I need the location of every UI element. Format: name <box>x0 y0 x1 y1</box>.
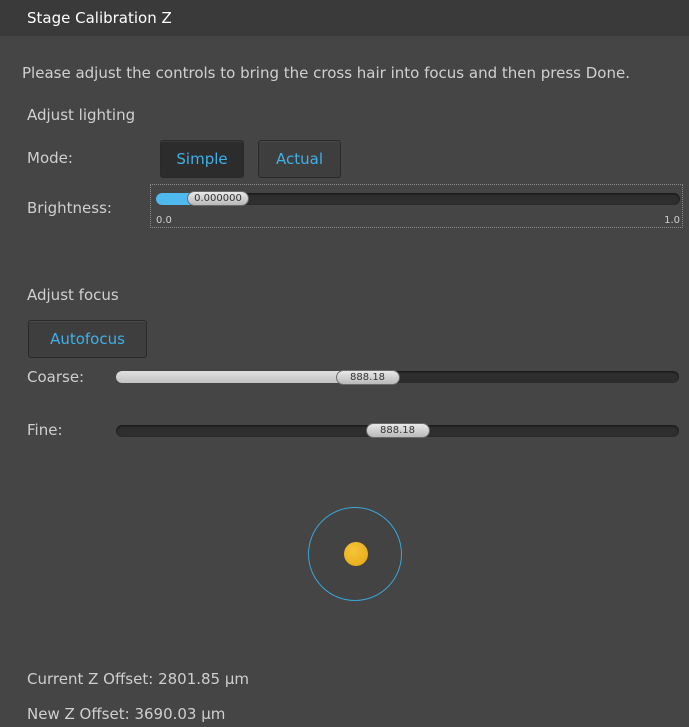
autofocus-button[interactable]: Autofocus <box>28 320 147 358</box>
current-z-offset-value: 2801.85 µm <box>158 670 250 688</box>
fine-thumb[interactable]: 888.18 <box>365 423 430 438</box>
coarse-thumb[interactable]: 888.18 <box>335 370 400 385</box>
fine-label: Fine: <box>27 421 63 439</box>
brightness-slider[interactable]: 0.000000 0.0 1.0 <box>150 184 683 228</box>
window-title: Stage Calibration Z <box>27 9 172 27</box>
new-z-offset-label: New Z Offset: <box>27 705 130 723</box>
title-bar: Stage Calibration Z <box>0 0 689 36</box>
current-z-offset-label: Current Z Offset: <box>27 670 154 688</box>
brightness-max-label: 1.0 <box>664 215 680 226</box>
crosshair-dot <box>344 542 368 566</box>
mode-simple-button[interactable]: Simple <box>160 140 244 178</box>
new-z-offset: New Z Offset: 3690.03 µm <box>27 705 225 723</box>
mode-actual-button[interactable]: Actual <box>258 140 341 178</box>
coarse-fill <box>116 371 368 383</box>
lighting-heading: Adjust lighting <box>27 106 136 124</box>
new-z-offset-value: 3690.03 µm <box>134 705 226 723</box>
instructions-text: Please adjust the controls to bring the … <box>22 64 630 82</box>
brightness-min-label: 0.0 <box>156 215 172 226</box>
brightness-thumb[interactable]: 0.000000 <box>187 191 249 206</box>
coarse-label: Coarse: <box>27 368 85 386</box>
mode-label: Mode: <box>27 149 73 167</box>
brightness-label: Brightness: <box>27 199 112 217</box>
focus-heading: Adjust focus <box>27 286 119 304</box>
current-z-offset: Current Z Offset: 2801.85 µm <box>27 670 249 688</box>
focus-target <box>308 507 402 601</box>
